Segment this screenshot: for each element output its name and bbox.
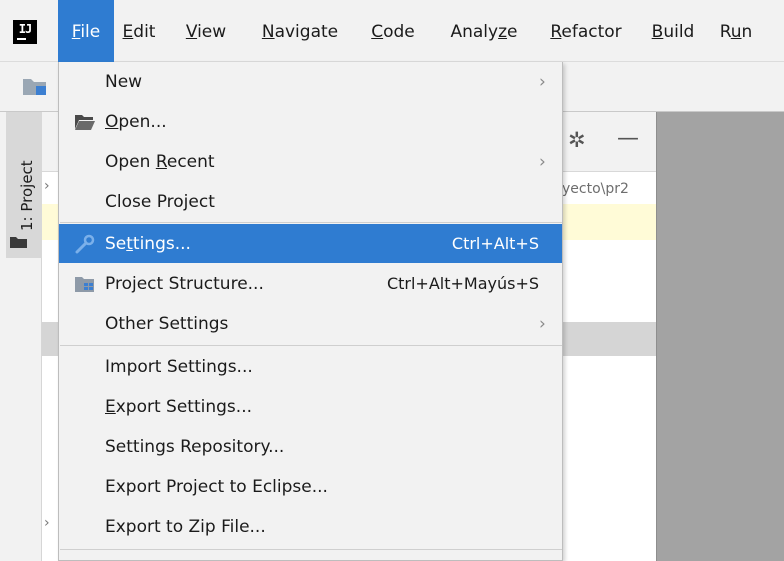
project-structure-icon [75,277,94,292]
editor-area [656,112,784,561]
gear-icon[interactable]: ✲ [568,128,586,152]
menu-run[interactable]: Run [708,0,764,62]
menu-item-close-project[interactable]: Close Project [59,182,562,221]
menu-item-export-to-zip[interactable]: Export to Zip File... [59,507,562,546]
menu-build[interactable]: Build [638,0,708,62]
menu-analyze[interactable]: Analyze [434,0,534,62]
menu-code[interactable]: Code [352,0,434,62]
menu-item-open-recent[interactable]: Open Recent › [59,142,562,181]
menu-edit[interactable]: Edit [114,0,164,62]
chevron-right-icon: › [539,72,546,92]
menu-item-settings-repository[interactable]: Settings Repository... [59,427,562,466]
menu-navigate[interactable]: Navigate [248,0,352,62]
project-structure-shortcut: Ctrl+Alt+Mayús+S [386,274,539,293]
menu-item-export-project-to-eclipse[interactable]: Export Project to Eclipse... [59,467,562,506]
expand-arrow-icon[interactable]: › [44,178,50,194]
menu-item-project-structure[interactable]: Project Structure... Ctrl+Alt+Mayús+S [59,264,562,303]
menu-separator [60,222,562,223]
menu-item-settings[interactable]: Settings... Ctrl+Alt+S [59,224,562,263]
chevron-right-icon: › [539,314,546,334]
menu-bar: IJ File Edit View Navigate Code Analyze … [0,0,784,62]
menu-refactor[interactable]: Refactor [534,0,638,62]
expand-arrow-icon[interactable]: › [44,515,50,531]
menu-item-open[interactable]: Open... [59,102,562,141]
project-path-text: yecto\pr2 [562,181,629,197]
project-folder-icon[interactable] [22,76,48,96]
menu-separator [60,345,562,346]
menu-item-import-settings[interactable]: Import Settings... [59,347,562,386]
minimize-icon[interactable]: — [617,126,639,151]
menu-item-export-settings[interactable]: Export Settings... [59,387,562,426]
settings-shortcut: Ctrl+Alt+S [451,234,539,253]
project-tab-label: 1: Project [18,160,36,231]
open-folder-icon [75,115,95,130]
chevron-right-icon: › [539,152,546,172]
file-menu-dropdown: New › Open... Open Recent › Close Projec… [58,62,563,561]
menu-item-other-settings[interactable]: Other Settings › [59,304,562,343]
wrench-icon [75,234,95,254]
intellij-logo: IJ [13,20,37,44]
menu-file[interactable]: File [58,0,114,62]
menu-item-new[interactable]: New › [59,62,562,101]
menu-separator [60,549,562,550]
menu-view[interactable]: View [164,0,248,62]
folder-icon [10,237,27,248]
